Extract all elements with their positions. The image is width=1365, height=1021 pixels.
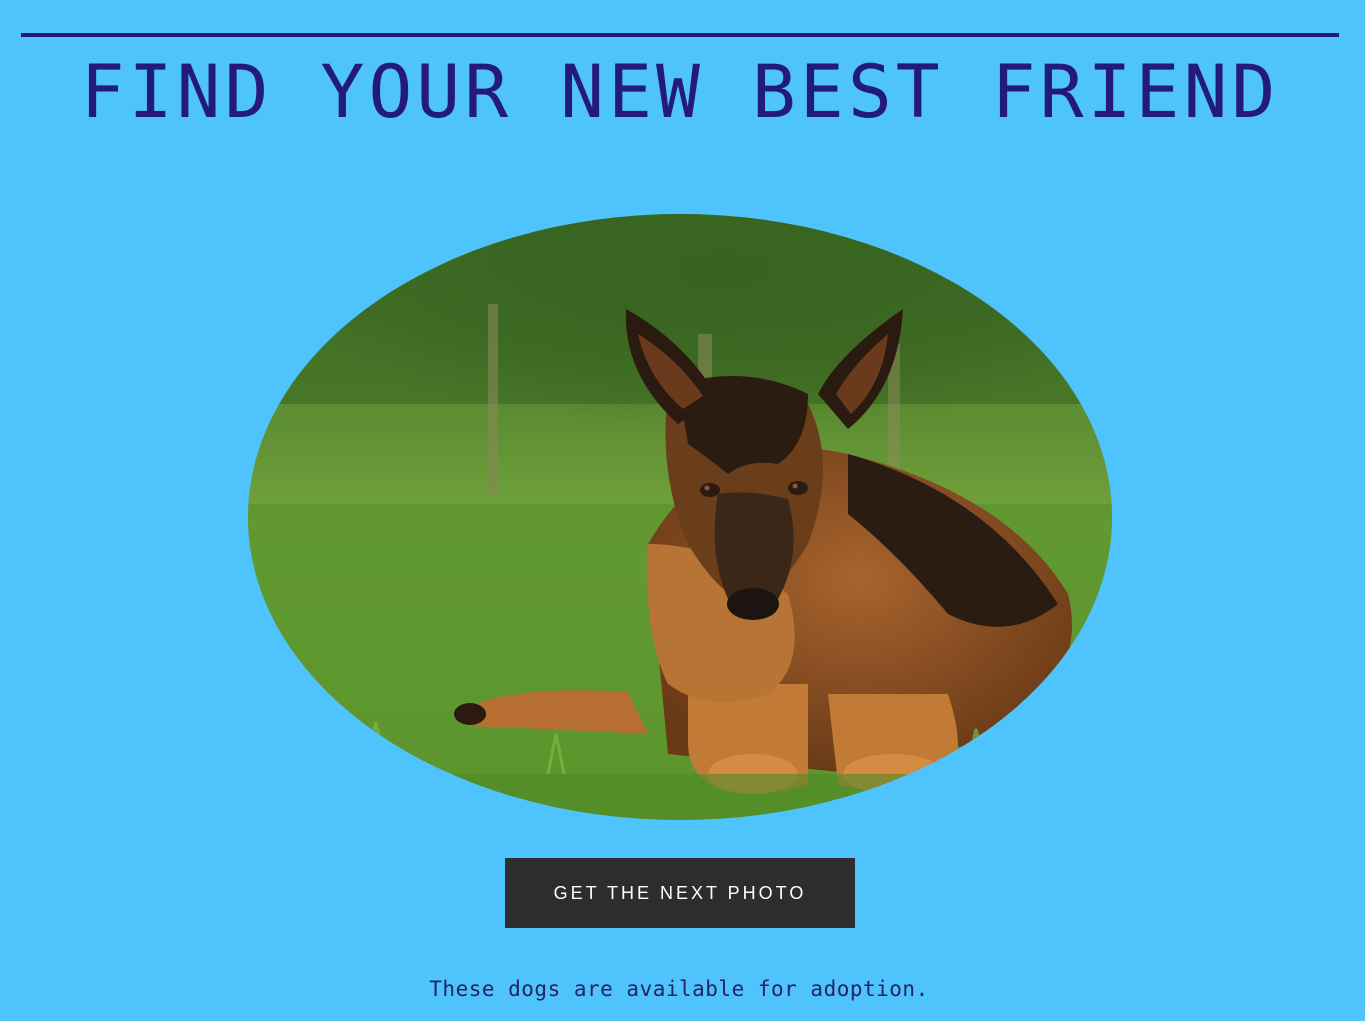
dog-photo bbox=[248, 214, 1112, 820]
dog-photo-image bbox=[248, 214, 1112, 820]
adoption-caption: These dogs are available for adoption. bbox=[429, 977, 929, 1001]
title-divider bbox=[21, 33, 1339, 37]
get-next-photo-button[interactable]: GET THE NEXT PHOTO bbox=[505, 858, 855, 928]
page-title: FIND YOUR NEW BEST FRIEND bbox=[80, 50, 1280, 135]
